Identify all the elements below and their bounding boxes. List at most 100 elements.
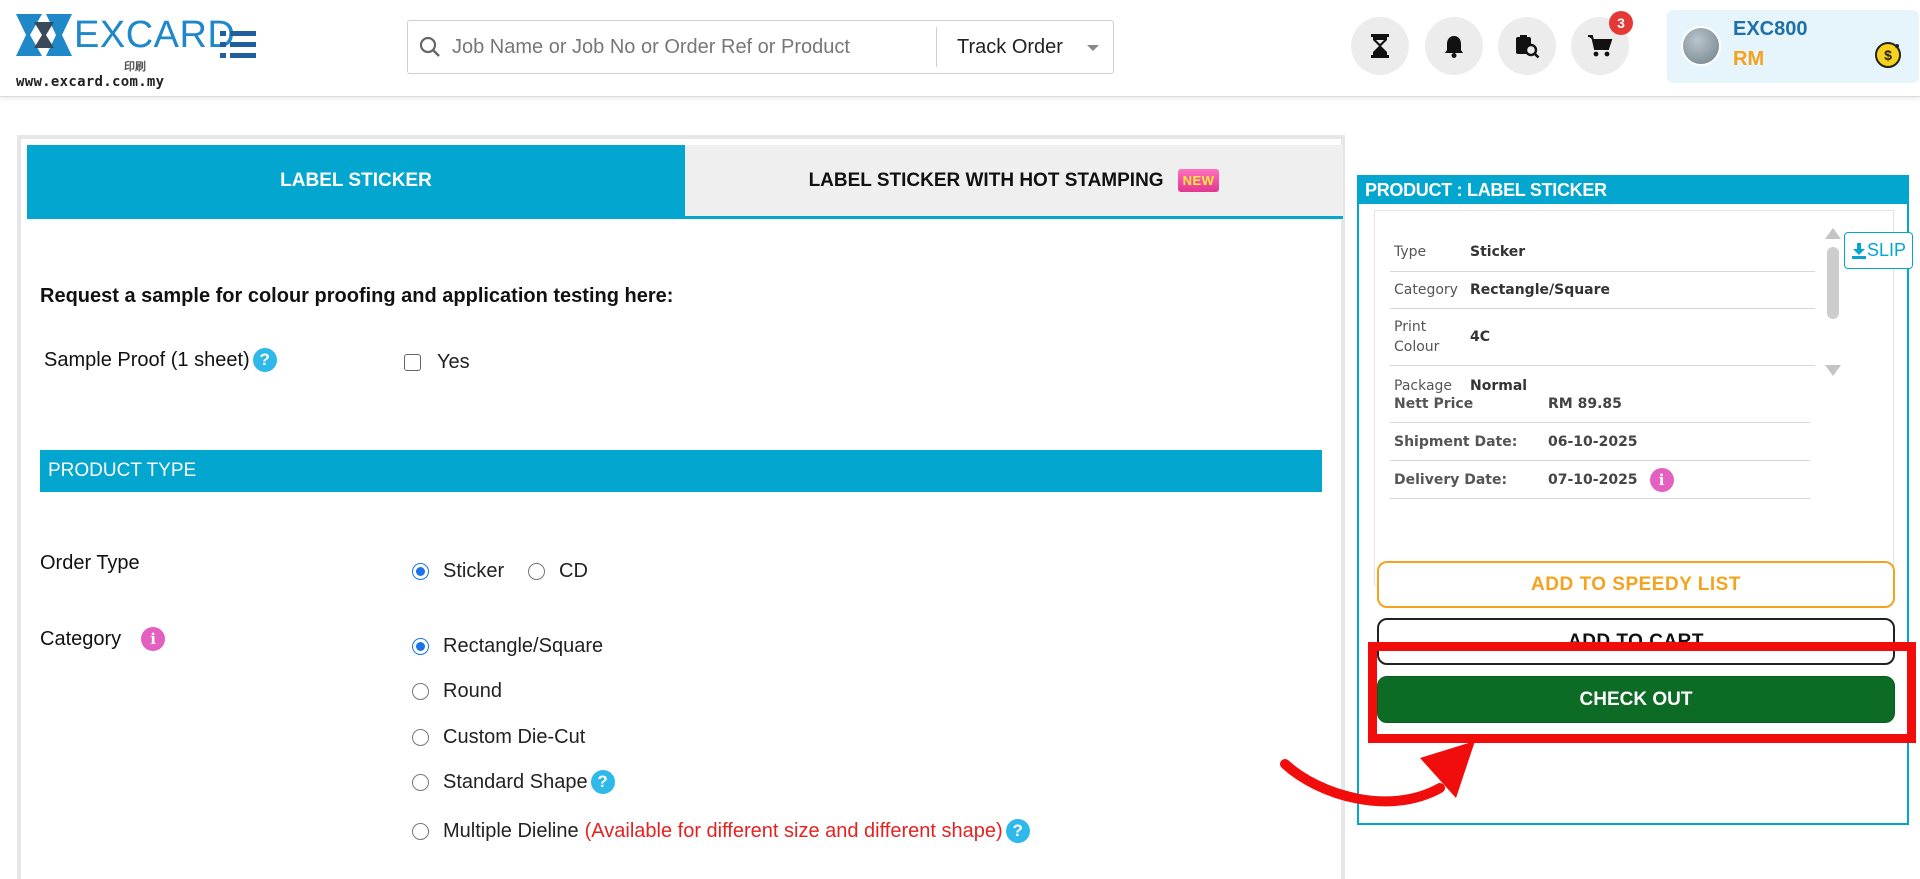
spec-key: Type xyxy=(1394,244,1427,260)
slip-label: SLIP xyxy=(1866,240,1907,260)
price-value: RM 89.85 xyxy=(1548,395,1622,412)
help-icon[interactable]: ? xyxy=(252,348,277,372)
add-to-speedy-list-button[interactable]: ADD TO SPEEDY LIST xyxy=(1377,561,1895,608)
radio-label: Round xyxy=(443,680,502,702)
price-key: Shipment Date: xyxy=(1394,433,1518,450)
user-account-box[interactable]: EXC800 RM $ xyxy=(1667,10,1919,83)
top-header: EXCARD 印刷 www.excard.com.my Track Order … xyxy=(0,0,1920,97)
search-input[interactable] xyxy=(452,22,932,72)
radio-button[interactable] xyxy=(412,638,429,655)
new-badge: NEW xyxy=(1177,169,1220,192)
radio-button[interactable] xyxy=(412,773,429,791)
order-search-button[interactable] xyxy=(1498,17,1556,75)
coin-icon: $ xyxy=(1875,42,1901,68)
multiple-dieline-note: (Available for different size and differ… xyxy=(584,819,1003,842)
spec-value: Rectangle/Square xyxy=(1470,282,1611,298)
scroll-down-arrow-icon[interactable] xyxy=(1825,365,1841,376)
radio-button[interactable] xyxy=(412,822,429,840)
radio-category-rectangle[interactable]: Rectangle/Square xyxy=(412,635,603,658)
scrollbar-thumb[interactable] xyxy=(1827,247,1839,319)
radio-button[interactable] xyxy=(412,683,429,700)
track-order-select[interactable]: Track Order xyxy=(937,22,1113,72)
category-label: Category xyxy=(40,627,122,650)
checkbox[interactable] xyxy=(404,354,421,371)
product-form-panel: LABEL STICKER LABEL STICKER WITH HOT STA… xyxy=(17,135,1345,879)
section-header-product-type: PRODUCT TYPE xyxy=(40,450,1322,492)
help-icon[interactable]: ? xyxy=(590,770,615,794)
tab-label-sticker-hot-stamping[interactable]: LABEL STICKER WITH HOT STAMPING NEW xyxy=(685,145,1343,216)
product-title-text: PRODUCT : LABEL STICKER xyxy=(1365,180,1607,200)
track-order-label: Track Order xyxy=(957,35,1063,58)
user-currency: RM xyxy=(1733,48,1765,70)
product-summary-panel: PRODUCT : LABEL STICKER Type Sticker Cat… xyxy=(1357,175,1913,825)
cart-icon xyxy=(1588,35,1613,57)
tab-label: LABEL STICKER xyxy=(280,169,432,191)
spec-row: Type Sticker xyxy=(1390,233,1815,272)
scroll-up-arrow-icon[interactable] xyxy=(1825,228,1841,239)
menu-list-icon[interactable] xyxy=(218,28,258,62)
sample-proof-label: Sample Proof (1 sheet) xyxy=(44,348,250,371)
brand-name: EXCARD xyxy=(74,14,236,56)
spec-value: Sticker xyxy=(1470,244,1526,260)
radio-label: Rectangle/Square xyxy=(443,635,604,657)
tab-label-sticker[interactable]: LABEL STICKER xyxy=(27,145,685,216)
chevron-down-icon xyxy=(1087,45,1099,51)
price-row: Nett Price RM 89.85 xyxy=(1390,385,1810,423)
download-slip-button[interactable]: SLIP xyxy=(1844,232,1913,269)
section-title: PRODUCT TYPE xyxy=(48,460,197,481)
sample-proof-checkbox[interactable]: Yes xyxy=(404,351,470,374)
spec-row: Print Colour 4C xyxy=(1390,309,1815,366)
spec-key: Print Colour xyxy=(1394,319,1440,355)
product-tabs: LABEL STICKER LABEL STICKER WITH HOT STA… xyxy=(27,145,1343,219)
price-value-wrap: 07-10-2025 i xyxy=(1548,467,1674,492)
cart-button[interactable]: 3 xyxy=(1571,11,1633,75)
radio-category-round[interactable]: Round xyxy=(412,680,502,703)
cart-count-badge: 3 xyxy=(1609,11,1633,35)
notification-button[interactable] xyxy=(1425,17,1483,75)
radio-label: Sticker xyxy=(443,560,505,582)
price-row: Delivery Date: 07-10-2025 i xyxy=(1390,461,1810,499)
search-icon xyxy=(408,21,452,73)
price-key: Delivery Date: xyxy=(1394,471,1508,488)
check-out-button[interactable]: CHECK OUT xyxy=(1377,676,1895,723)
sample-proof-row: Sample Proof (1 sheet) ? xyxy=(44,348,277,372)
radio-label: Standard Shape xyxy=(443,770,588,793)
info-icon[interactable]: i xyxy=(141,627,166,651)
avatar xyxy=(1681,26,1721,66)
download-icon xyxy=(1851,242,1866,259)
info-icon[interactable]: i xyxy=(1649,467,1674,492)
radio-order-type-cd[interactable]: CD xyxy=(528,560,588,583)
tab-label: LABEL STICKER WITH HOT STAMPING xyxy=(808,169,1164,191)
radio-label: CD xyxy=(559,560,588,582)
spec-table: Type Sticker Category Rectangle/Square P… xyxy=(1390,233,1815,405)
user-id: EXC800 xyxy=(1733,18,1808,40)
spec-row: Category Rectangle/Square xyxy=(1390,272,1815,309)
sample-request-title: Request a sample for colour proofing and… xyxy=(40,285,674,307)
radio-category-multiple-dieline[interactable]: Multiple Dieline (Available for differen… xyxy=(412,819,1030,843)
product-summary-title: PRODUCT : LABEL STICKER xyxy=(1359,177,1907,204)
hourglass-icon xyxy=(1371,34,1389,58)
bell-icon xyxy=(1445,36,1463,58)
price-key: Nett Price xyxy=(1394,395,1474,412)
radio-category-custom-die-cut[interactable]: Custom Die-Cut xyxy=(412,726,585,749)
box-search-icon xyxy=(1516,35,1540,59)
sample-proof-option: Yes xyxy=(437,351,470,373)
brand-logo[interactable]: EXCARD 印刷 www.excard.com.my xyxy=(16,12,235,90)
add-to-cart-button[interactable]: ADD TO CART xyxy=(1377,618,1895,665)
radio-order-type-sticker[interactable]: Sticker xyxy=(412,560,504,583)
radio-label: Multiple Dieline xyxy=(443,819,579,842)
radio-button[interactable] xyxy=(528,563,545,580)
excard-logo-mark-icon xyxy=(16,14,72,56)
radio-category-standard-shape[interactable]: Standard Shape ? xyxy=(412,770,615,794)
hourglass-button[interactable] xyxy=(1351,17,1409,75)
price-row: Shipment Date: 06-10-2025 xyxy=(1390,423,1810,461)
price-value: 06-10-2025 xyxy=(1548,433,1638,450)
category-label-row: Category i xyxy=(40,627,166,651)
search-bar: Track Order xyxy=(407,20,1114,74)
help-icon[interactable]: ? xyxy=(1005,819,1030,843)
radio-label: Custom Die-Cut xyxy=(443,726,586,748)
spec-value: 4C xyxy=(1470,329,1491,345)
radio-button[interactable] xyxy=(412,563,429,580)
radio-button[interactable] xyxy=(412,729,429,746)
brand-sub: 印刷 xyxy=(124,61,146,73)
